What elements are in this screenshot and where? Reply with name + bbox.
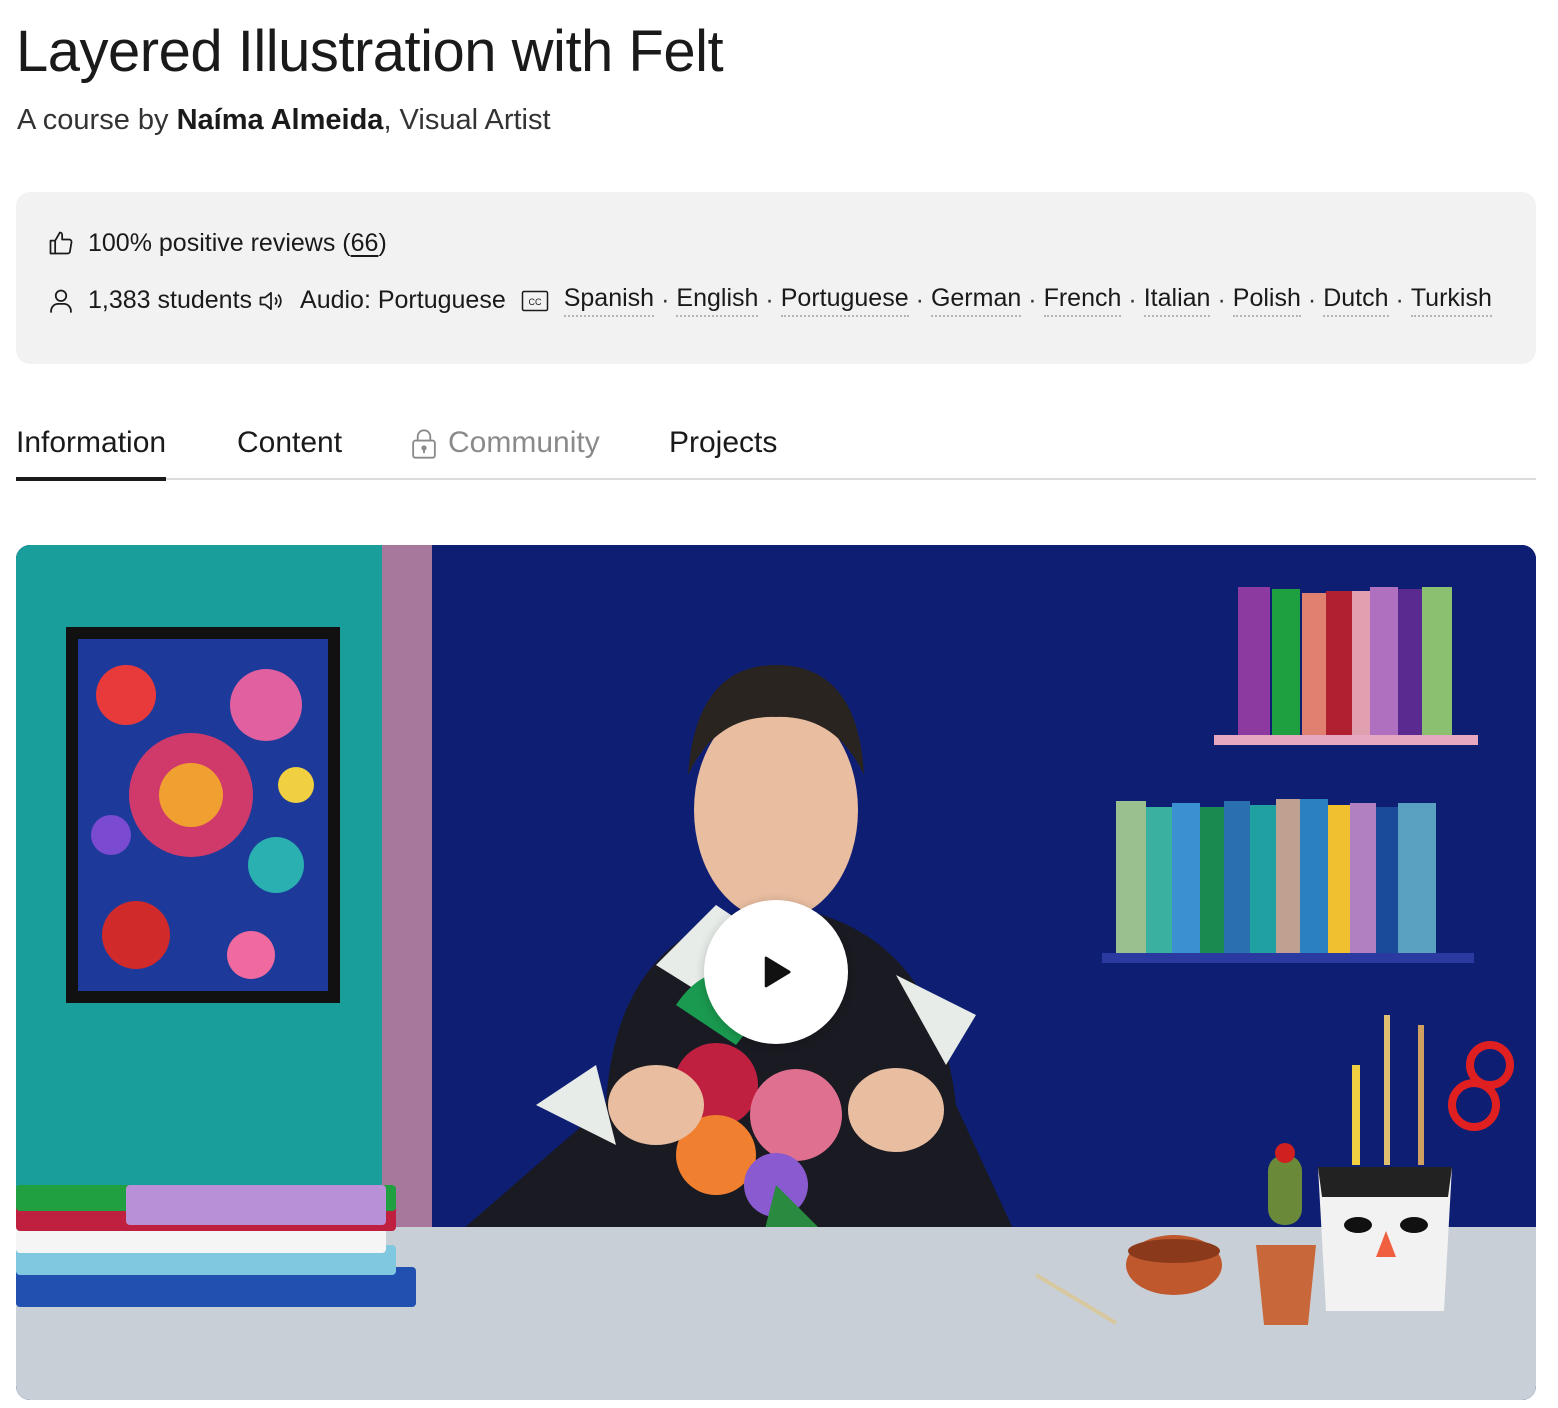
course-trailer-video[interactable] [16,545,1536,1400]
closed-captions-icon: CC [520,286,550,316]
course-stats-panel: 100% positive reviews (66) 1,383 student… [16,192,1536,364]
course-title: Layered Illustration with Felt [16,19,724,84]
subtitle-language[interactable]: German [930,284,1022,317]
tab-content[interactable]: Content [237,420,342,480]
user-icon [46,286,76,316]
speaker-icon [256,286,286,316]
thumbs-up-icon [46,228,76,258]
reviews-text: 100% positive reviews ( [88,228,351,257]
separator: · [661,286,670,314]
course-byline: A course by Naíma Almeida, Visual Artist [17,104,551,137]
svg-text:CC: CC [528,297,541,307]
reviews-row: 100% positive reviews (66) [46,228,387,258]
subtitle-language[interactable]: Spanish [563,284,655,317]
separator: · [765,286,774,314]
reviews-count-link[interactable]: 66 [351,229,379,258]
subtitle-language[interactable]: French [1043,284,1122,317]
play-icon [764,956,791,988]
play-button[interactable] [704,900,848,1044]
tab-label: Community [448,426,600,459]
course-tabs: Information Content Community Projects [16,420,1536,481]
separator: · [1217,286,1226,314]
author-name[interactable]: Naíma Almeida [177,104,384,136]
byline-prefix: A course by [17,104,177,136]
tab-label: Content [237,426,343,459]
byline-suffix: , Visual Artist [383,104,551,136]
subtitle-language[interactable]: Polish [1232,284,1301,317]
audio-language: Audio: Portuguese [300,286,506,314]
separator: · [915,286,924,314]
students-count: 1,383 students [88,286,253,314]
subtitle-language[interactable]: English [676,284,759,317]
tab-community[interactable]: Community [410,420,600,480]
reviews-close: ) [378,228,387,257]
separator: · [1307,286,1317,314]
tab-label: Projects [669,426,778,459]
separator: · [1395,286,1404,314]
tab-information[interactable]: Information [16,420,167,481]
subtitle-language[interactable]: Portuguese [780,284,909,317]
separator: · [1128,286,1137,314]
subtitle-language[interactable]: Turkish [1410,284,1492,317]
separator: · [1028,286,1037,314]
subtitle-language[interactable]: Dutch [1323,284,1389,317]
tab-label: Information [16,426,167,459]
info-row: 1,383 students Audio: Portuguese CC Span… [46,284,1492,317]
lock-icon [412,429,436,459]
subtitle-language[interactable]: Italian [1143,284,1211,317]
tab-projects[interactable]: Projects [669,420,777,480]
